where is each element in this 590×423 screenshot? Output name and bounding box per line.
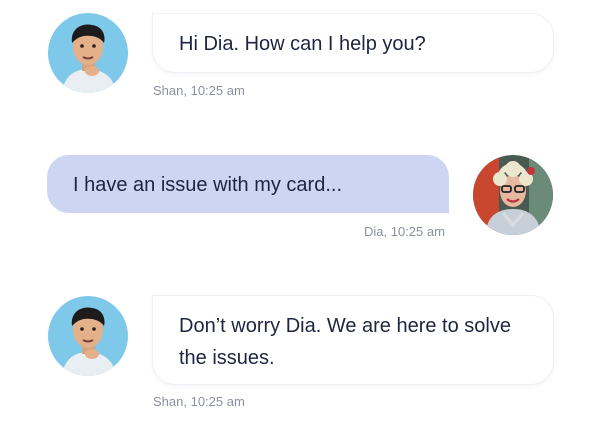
female-user-avatar-icon [473,155,553,235]
message-bubble-incoming[interactable]: Hi Dia. How can I help you? [153,14,553,72]
message-meta: Shan, 10:25 am [153,83,245,98]
message-bubble-incoming[interactable]: Don’t worry Dia. We are here to solve th… [153,296,553,384]
message-bubble-outgoing[interactable]: I have an issue with my card... [47,155,449,213]
shan-avatar[interactable] [48,13,128,93]
message-meta: Shan, 10:25 am [153,394,245,409]
male-user-avatar-icon [48,296,128,376]
shan-avatar[interactable] [48,296,128,376]
male-user-avatar-icon [48,13,128,93]
message-text: Hi Dia. How can I help you? [179,33,426,55]
message-meta: Dia, 10:25 am [364,224,445,239]
message-text: I have an issue with my card... [73,174,343,196]
message-text: Don’t worry Dia. We are here to solve th… [179,315,511,369]
chat-thread: Hi Dia. How can I help you? Shan, 10:25 … [0,0,590,423]
dia-avatar[interactable] [473,155,553,235]
